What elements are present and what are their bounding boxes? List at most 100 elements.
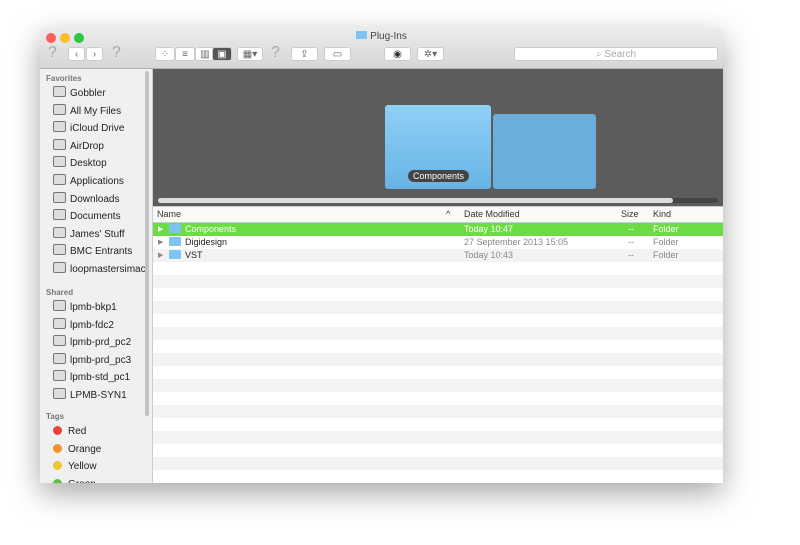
sidebar-item-icon bbox=[53, 156, 66, 168]
tags-button[interactable]: ▭ bbox=[324, 47, 351, 61]
cover-flow: Components bbox=[153, 69, 723, 206]
tag-color-icon bbox=[53, 426, 62, 435]
empty-row bbox=[153, 275, 723, 288]
quick-look-button[interactable]: ◉ bbox=[384, 47, 411, 61]
empty-row bbox=[153, 392, 723, 405]
sort-ascending-icon: ^ bbox=[446, 209, 451, 219]
sidebar-item[interactable]: AirDrop bbox=[53, 138, 104, 155]
column-name[interactable]: Name bbox=[157, 209, 181, 219]
sidebar-item-label: loopmastersimac bbox=[70, 264, 146, 275]
empty-row bbox=[153, 366, 723, 379]
folder-preview-behind[interactable] bbox=[493, 114, 596, 189]
sidebar-item[interactable]: All My Files bbox=[53, 103, 122, 120]
sidebar-item-icon bbox=[53, 209, 66, 221]
tag-color-icon bbox=[53, 443, 62, 453]
sidebar-item[interactable]: Downloads bbox=[53, 191, 120, 208]
sidebar-item-label: lpmb-prd_pc3 bbox=[70, 354, 132, 366]
action-gear-button[interactable]: ✲▾ bbox=[417, 47, 444, 61]
empty-row bbox=[153, 457, 723, 470]
folder-icon bbox=[169, 237, 181, 246]
date-modified: 27 September 2013 15:05 bbox=[464, 237, 569, 247]
size: -- bbox=[628, 250, 634, 260]
size: -- bbox=[628, 224, 634, 234]
date-modified: Today 10:47 bbox=[464, 224, 514, 234]
forward-button[interactable]: › bbox=[86, 47, 103, 61]
sidebar-scrollbar[interactable] bbox=[145, 71, 149, 416]
sidebar-item-shared[interactable]: lpmb-prd_pc3 bbox=[53, 352, 132, 369]
back-button[interactable]: ‹ bbox=[68, 47, 85, 61]
column-size[interactable]: Size bbox=[621, 209, 639, 219]
list-view-button[interactable]: ≡ bbox=[175, 47, 195, 61]
empty-row bbox=[153, 418, 723, 431]
cover-flow-scrollbar[interactable] bbox=[158, 198, 718, 203]
sidebar-item-icon bbox=[53, 244, 66, 256]
empty-row bbox=[153, 327, 723, 340]
window-title: Plug-Ins bbox=[40, 31, 723, 42]
sidebar-item-label: Downloads bbox=[70, 193, 120, 205]
sidebar-item-label: lpmb-fdc2 bbox=[70, 319, 114, 331]
sidebar-item-label: iCloud Drive bbox=[70, 123, 125, 135]
sidebar-item[interactable]: Documents bbox=[53, 209, 121, 225]
sidebar-item[interactable]: iCloud Drive bbox=[53, 121, 124, 137]
disclosure-triangle[interactable]: ▶ bbox=[158, 225, 163, 233]
sidebar-tag[interactable]: Orange bbox=[53, 442, 101, 458]
sidebar-item-label: lpmb-std_pc1 bbox=[70, 372, 131, 384]
size: -- bbox=[628, 237, 634, 247]
sidebar-item-shared[interactable]: lpmb-prd_pc2 bbox=[53, 335, 131, 351]
sidebar-tag[interactable]: Green bbox=[53, 477, 96, 483]
favorites-header: Favorites bbox=[46, 74, 82, 83]
column-kind[interactable]: Kind bbox=[653, 209, 671, 219]
file-name: VST bbox=[185, 250, 203, 260]
search-input[interactable]: ⌕ Search bbox=[514, 47, 718, 61]
sidebar-item-shared[interactable]: LPMB-SYN1 bbox=[53, 388, 127, 404]
empty-row bbox=[153, 470, 723, 483]
disclosure-triangle[interactable]: ▶ bbox=[158, 251, 163, 259]
icon-view-button[interactable]: ⁘ bbox=[155, 47, 175, 61]
column-date-modified[interactable]: Date Modified bbox=[464, 209, 520, 219]
arrange-button[interactable]: ▦▾ bbox=[237, 47, 263, 61]
sidebar-item-label: All My Files bbox=[70, 105, 122, 117]
share-button[interactable]: ⇪ bbox=[291, 47, 318, 61]
title-text: Plug-Ins bbox=[370, 31, 407, 42]
sidebar-item-shared[interactable]: lpmb-fdc2 bbox=[53, 317, 114, 334]
sidebar-item-label: BMC Entrants bbox=[70, 246, 133, 258]
help-icon: ? bbox=[48, 44, 57, 61]
sidebar-item-icon bbox=[53, 191, 66, 203]
sidebar-item-icon bbox=[53, 174, 66, 185]
sidebar-item-shared[interactable]: lpmb-std_pc1 bbox=[53, 370, 130, 386]
sidebar-item-icon bbox=[53, 86, 66, 97]
empty-row bbox=[153, 262, 723, 275]
empty-row bbox=[153, 444, 723, 457]
search-placeholder: Search bbox=[604, 49, 637, 60]
disclosure-triangle[interactable]: ▶ bbox=[158, 238, 163, 246]
folder-icon bbox=[356, 31, 368, 39]
sidebar-item-icon bbox=[53, 138, 66, 150]
empty-row bbox=[153, 353, 723, 366]
computer-icon bbox=[53, 335, 66, 347]
empty-row bbox=[153, 431, 723, 444]
sidebar-item[interactable]: James' Stuff bbox=[53, 226, 125, 243]
tag-label: Green bbox=[68, 479, 96, 483]
sidebar-item[interactable]: BMC Entrants bbox=[53, 244, 132, 260]
tag-color-icon bbox=[53, 461, 62, 471]
sidebar-item[interactable]: Applications bbox=[53, 174, 124, 190]
sidebar-item-icon bbox=[53, 226, 66, 238]
sidebar-item-label: James' Stuff bbox=[70, 228, 125, 240]
empty-row bbox=[153, 340, 723, 353]
table-row[interactable]: ▶ Components Today 10:47 -- Folder bbox=[153, 223, 723, 236]
table-row[interactable]: ▶ VST Today 10:43 -- Folder bbox=[153, 249, 723, 262]
empty-row bbox=[153, 379, 723, 392]
sidebar-item-label: Desktop bbox=[70, 158, 107, 170]
sidebar-item[interactable]: loopmastersimac bbox=[53, 262, 146, 278]
sidebar-tag[interactable]: Red bbox=[53, 424, 86, 440]
sidebar-tag[interactable]: Yellow bbox=[53, 459, 97, 475]
sidebar-item-label: LPMB-SYN1 bbox=[70, 390, 127, 401]
computer-icon bbox=[53, 300, 66, 311]
sidebar-item[interactable]: Gobbler bbox=[53, 86, 106, 102]
sidebar-item[interactable]: Desktop bbox=[53, 156, 107, 172]
coverflow-view-button[interactable]: ▣ bbox=[212, 47, 232, 61]
sidebar-item-icon bbox=[53, 103, 66, 115]
sidebar-item-shared[interactable]: lpmb-bkp1 bbox=[53, 300, 117, 316]
sidebar: Favorites Gobbler All My Files iCloud Driv… bbox=[40, 69, 153, 483]
table-row[interactable]: ▶ Digidesign 27 September 2013 15:05 -- Fold… bbox=[153, 236, 723, 249]
